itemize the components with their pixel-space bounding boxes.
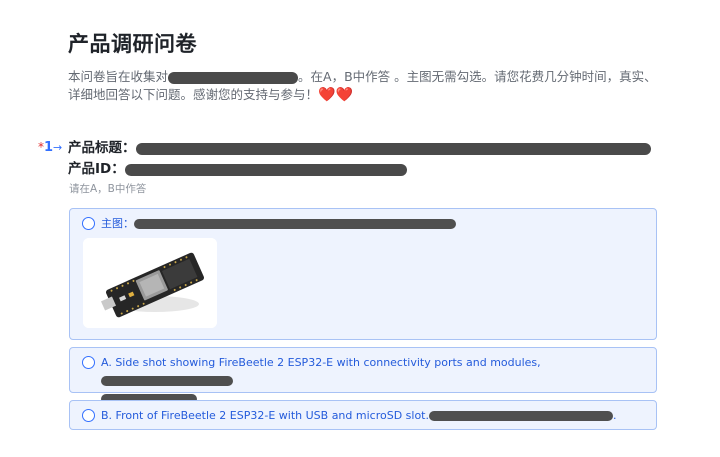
option-b-suffix: . xyxy=(613,409,617,422)
product-title-label: 产品标题： xyxy=(68,140,136,156)
question-hint: 请在A，B中作答 xyxy=(69,183,147,195)
option-b[interactable]: B. Front of FireBeetle 2 ESP32-E with US… xyxy=(69,400,657,430)
redacted-product-name xyxy=(168,71,299,84)
option-a-label: A. Side shot showing FireBeetle 2 ESP32-… xyxy=(101,356,541,369)
hearts-emoji: ❤️❤️ xyxy=(318,87,353,103)
survey-intro: 本问卷旨在收集对 。在A，B中作答 。主图无需勾选。请您花费几分钟时间，真实、详细… xyxy=(68,68,658,104)
option-main-label: 主图： xyxy=(101,217,134,230)
product-image xyxy=(83,238,217,328)
question-number: 1 xyxy=(44,140,54,155)
product-id-label: 产品ID： xyxy=(68,161,125,177)
redacted-option-a-text-1 xyxy=(101,376,233,386)
redacted-image-url xyxy=(134,219,456,229)
redacted-option-b-text xyxy=(429,411,613,421)
product-id-line: 产品ID： xyxy=(68,159,651,180)
radio-option-b[interactable] xyxy=(82,409,95,422)
redacted-product-title xyxy=(135,142,651,155)
option-b-label: B. Front of FireBeetle 2 ESP32-E with US… xyxy=(101,409,429,422)
product-title-line: 产品标题： xyxy=(68,138,651,159)
survey-title: 产品调研问卷 xyxy=(68,32,197,56)
esp32-board-image xyxy=(83,238,217,328)
option-main-image[interactable]: 主图： xyxy=(69,208,657,340)
question-marker: *1→ xyxy=(38,138,68,157)
redacted-product-id xyxy=(124,163,407,176)
radio-option-a[interactable] xyxy=(82,356,95,369)
question-1: *1→ 产品标题： 产品ID： xyxy=(38,138,668,180)
option-a[interactable]: A. Side shot showing FireBeetle 2 ESP32-… xyxy=(69,347,657,405)
arrow-icon: → xyxy=(53,141,63,154)
radio-main-image[interactable] xyxy=(82,217,95,230)
intro-text-start: 本问卷旨在收集对 xyxy=(68,69,169,84)
